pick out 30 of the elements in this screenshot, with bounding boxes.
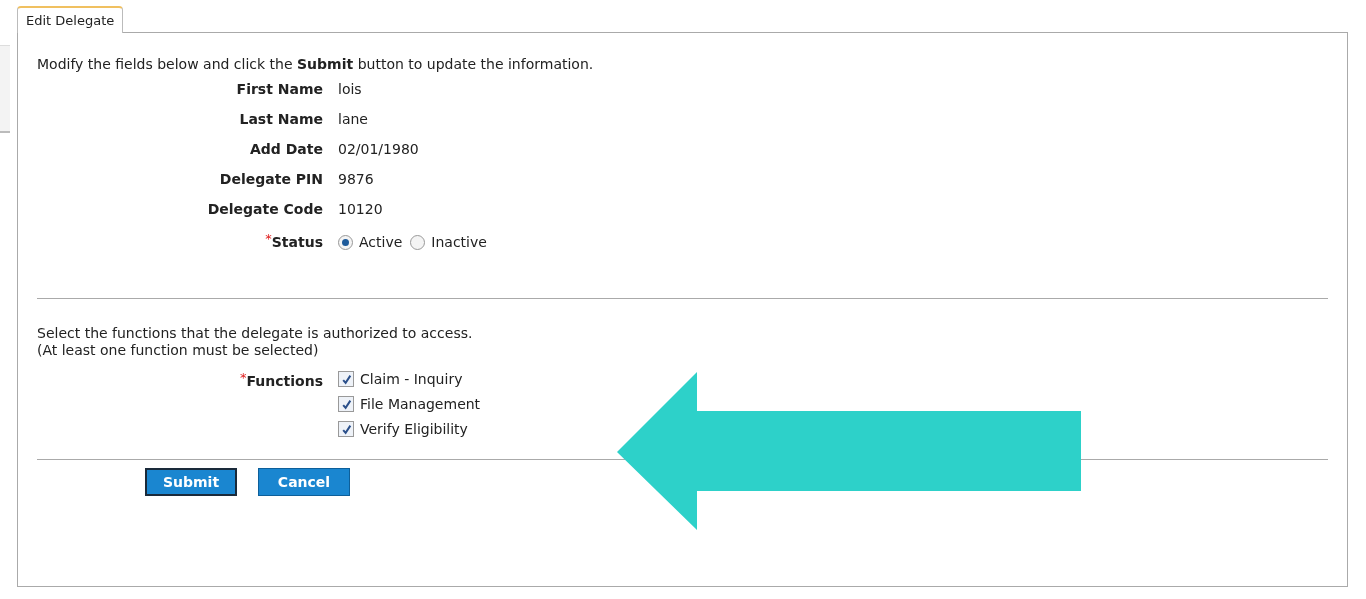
field-value: 10120 xyxy=(338,201,384,217)
checkbox-label[interactable]: Verify Eligibility xyxy=(360,421,468,437)
field-label: First Name xyxy=(236,81,323,97)
field-value: 02/01/1980 xyxy=(338,141,420,157)
submit-button[interactable]: Submit xyxy=(145,468,237,496)
radio-button[interactable] xyxy=(338,234,353,250)
instruction-text: Select the functions that the delegate is authorized to access. xyxy=(37,325,474,342)
required-asterisk: * xyxy=(240,370,247,385)
field-label: Delegate PIN xyxy=(219,171,323,187)
instructions-text: Modify the fields below and click the Submit button to update the information. xyxy=(37,56,595,72)
radio-button[interactable] xyxy=(410,234,426,250)
radio-label[interactable]: Active xyxy=(359,234,403,250)
checkbox[interactable] xyxy=(338,371,354,387)
field-value: 9876 xyxy=(338,171,375,187)
instruction-text: (At least one function must be selected) xyxy=(37,342,320,359)
edit-delegate-tab[interactable]: Edit Delegate xyxy=(17,6,124,33)
required-asterisk: * xyxy=(265,231,272,246)
field-label: Add Date xyxy=(250,141,323,157)
field-value: lane xyxy=(338,111,369,127)
checkbox[interactable] xyxy=(338,396,354,412)
field-label: Last Name xyxy=(239,111,323,127)
cancel-button[interactable]: Cancel xyxy=(258,468,350,496)
checkbox[interactable] xyxy=(338,421,354,437)
radio-label[interactable]: Inactive xyxy=(431,234,487,250)
field-label: Delegate Code xyxy=(207,201,323,217)
checkbox-label[interactable]: Claim - Inquiry xyxy=(360,371,463,387)
field-value: lois xyxy=(338,81,363,97)
checkbox-label[interactable]: File Management xyxy=(360,396,481,412)
field-label: Functions xyxy=(246,373,323,389)
field-label: Status xyxy=(271,234,323,250)
